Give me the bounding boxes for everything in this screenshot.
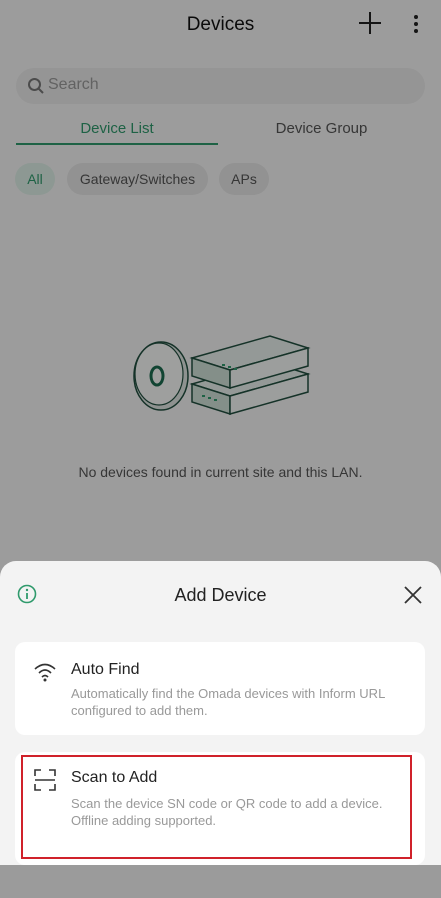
auto-find-title: Auto Find [71, 661, 140, 678]
close-icon[interactable] [402, 584, 424, 606]
auto-find-option[interactable]: Auto Find Automatically find the Omada d… [15, 642, 425, 735]
bottom-area [0, 865, 441, 898]
sheet-title: Add Device [174, 585, 267, 605]
wifi-icon [34, 663, 56, 682]
scan-to-add-highlight [21, 755, 412, 859]
auto-find-description: Automatically find the Omada devices wit… [71, 686, 385, 718]
